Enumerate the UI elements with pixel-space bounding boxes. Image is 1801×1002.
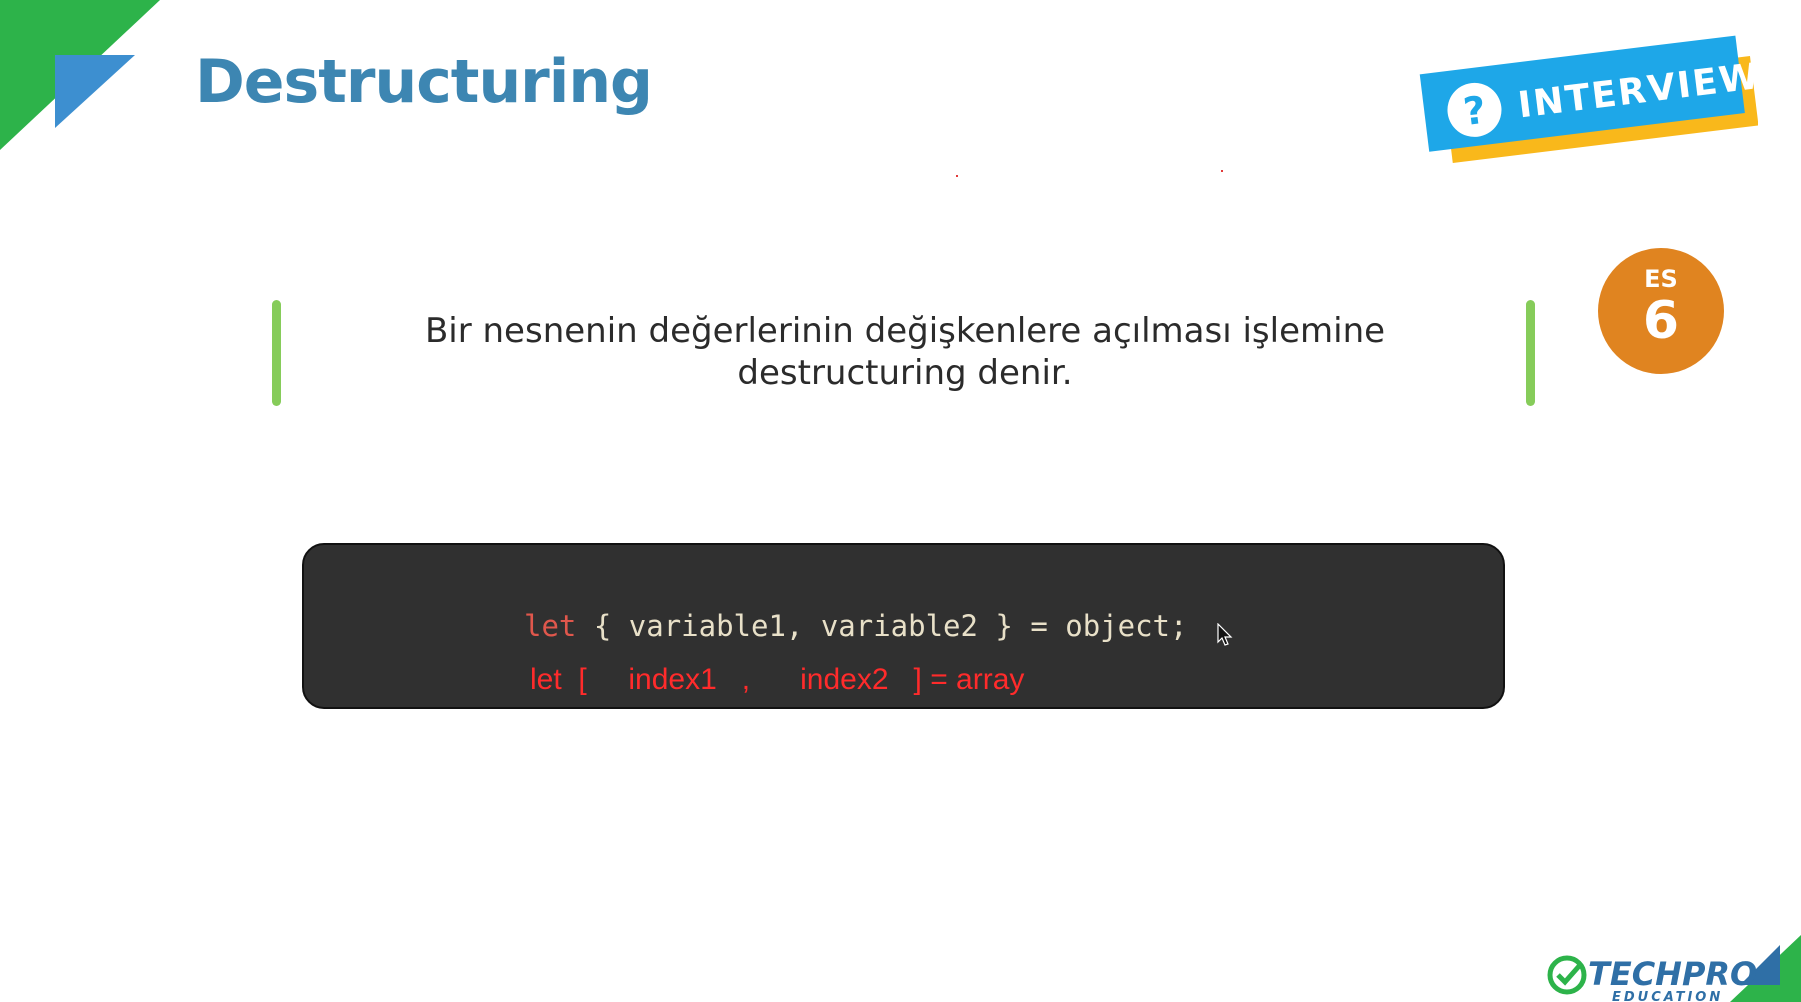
code-line-object: let { variable1, variable2 } = object; (524, 609, 1187, 643)
code-object-destructure: { variable1, variable2 } = object; (576, 609, 1188, 643)
code-block: let { variable1, variable2 } = object; l… (302, 543, 1505, 709)
corner-decoration (0, 0, 160, 150)
techpro-logo: TECHPRO EDUCATION (1547, 935, 1801, 1002)
slide-title: Destructuring (195, 47, 653, 117)
es6-badge: ES 6 (1598, 248, 1724, 374)
slide: Destructuring ? INTERVIEW ES 6 Bir nesne… (0, 0, 1801, 1002)
es6-badge-number: 6 (1642, 291, 1680, 351)
logo-name: TECHPRO (1588, 955, 1757, 993)
definition-line-1: Bir nesnenin değerlerinin değişkenlere a… (424, 311, 1386, 351)
stray-dot (956, 175, 958, 177)
logo-sub: EDUCATION (1612, 990, 1723, 1002)
accent-bar-left (272, 300, 281, 406)
accent-bar-right (1526, 300, 1535, 406)
code-line-array: let [ index1 , index2 ] = array (530, 663, 1025, 696)
definition-line-2: destructuring denir. (737, 353, 1073, 393)
interview-badge: ? INTERVIEW (1419, 35, 1758, 163)
es6-badge-top: ES (1644, 265, 1678, 293)
mouse-pointer-icon (1217, 623, 1233, 646)
code-keyword-let: let (524, 609, 577, 643)
stray-dot (1221, 170, 1223, 172)
definition-text: Bir nesnenin değerlerinin değişkenlere a… (300, 310, 1510, 394)
